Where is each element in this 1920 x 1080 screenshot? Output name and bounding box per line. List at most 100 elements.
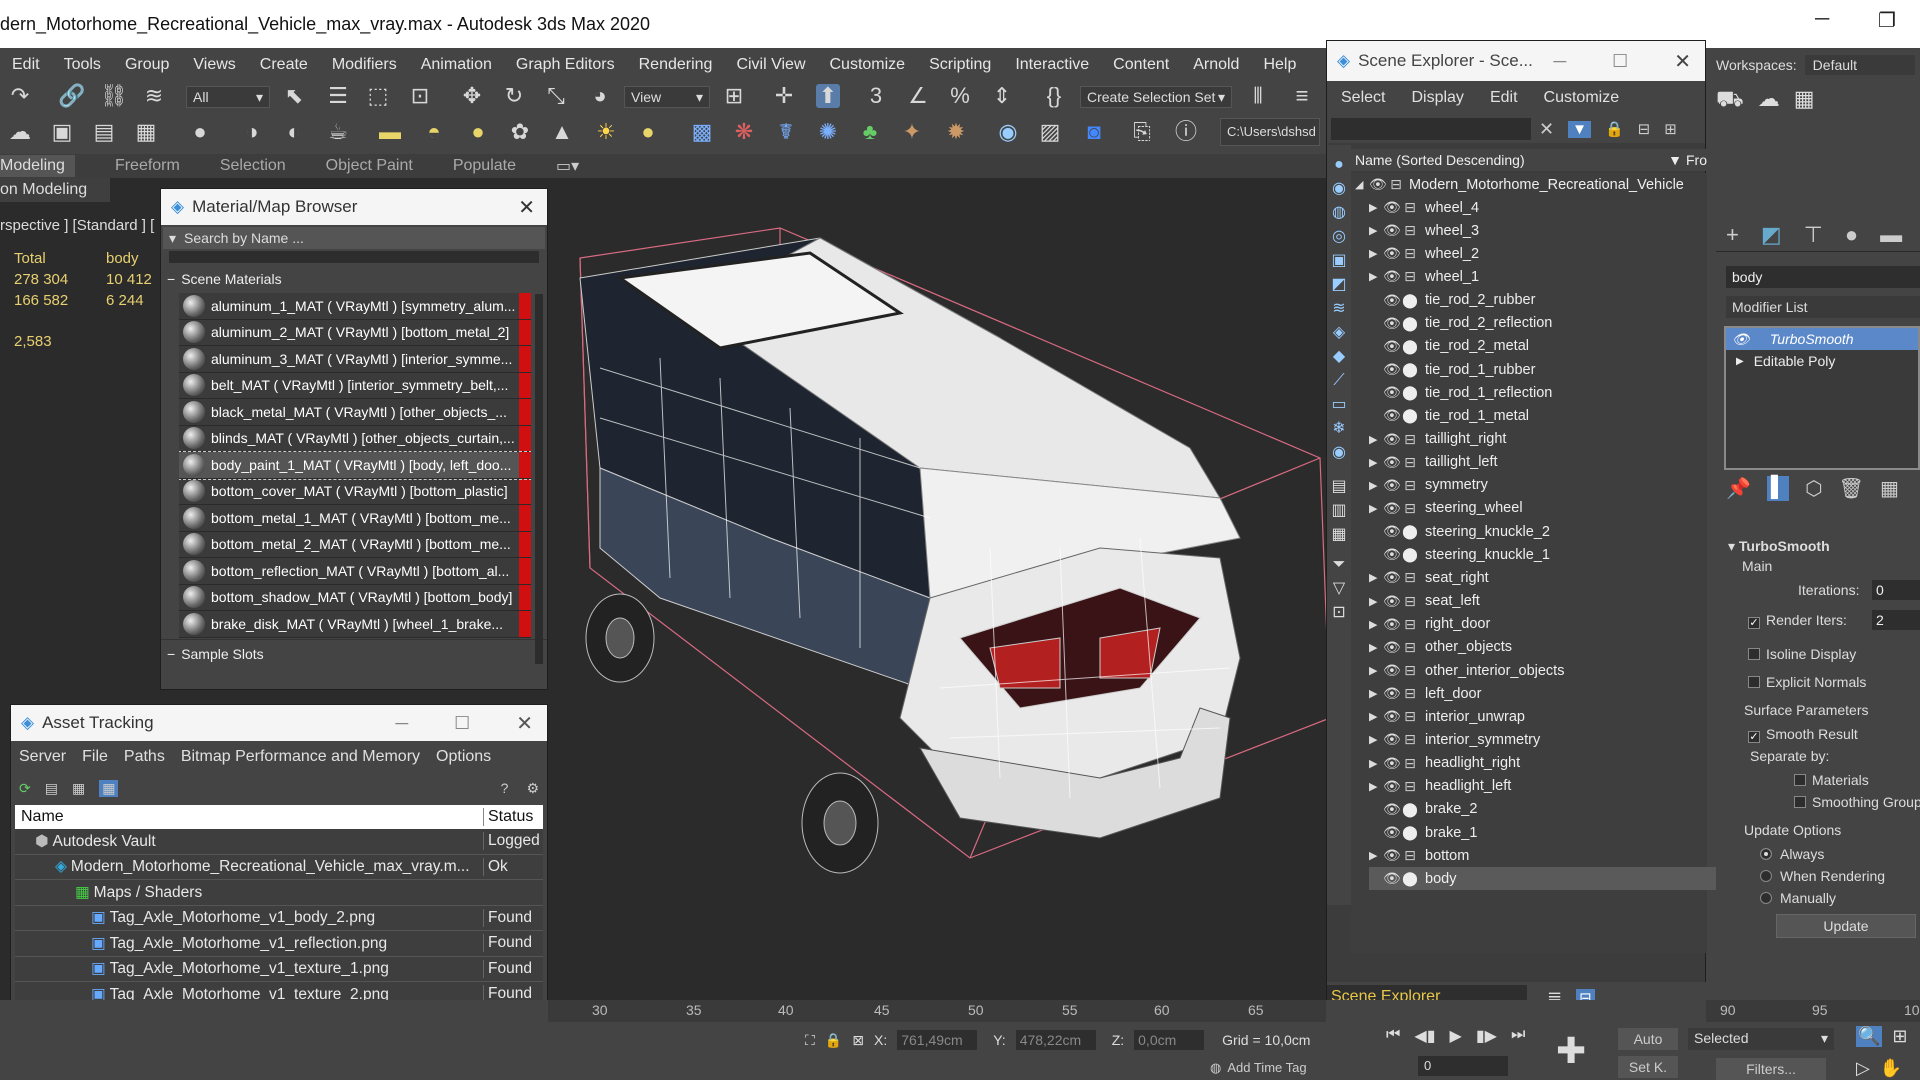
close-icon[interactable]: ✕ <box>518 195 535 220</box>
table-icon[interactable]: ▦ <box>72 780 85 797</box>
scene-tree-item[interactable]: 👁 ⬤ tie_rod_2_rubber <box>1369 289 1742 312</box>
timeline-track[interactable] <box>548 1000 1326 1022</box>
asset-row[interactable]: ▣ Tag_Axle_Motorhome_v1_texture_1.png Foun… <box>15 957 543 982</box>
menu-help[interactable]: Help <box>1251 56 1308 74</box>
visibility-eye-icon[interactable]: 👁 <box>1383 662 1401 679</box>
material-item[interactable]: bottom_shadow_MAT ( VRayMtl ) [bottom_bo… <box>179 584 531 611</box>
camera-icon[interactable]: ◑ <box>240 120 264 144</box>
visibility-eye-icon[interactable]: 👁 <box>1383 338 1401 355</box>
smoothing-groups-checkbox[interactable]: Smoothing Groups <box>1794 794 1920 810</box>
expand-icon[interactable]: ▶ <box>1369 247 1383 260</box>
snaps-icon[interactable]: 3 <box>864 84 888 108</box>
doc3-icon[interactable]: ▦ <box>1329 523 1349 547</box>
scatter-icon[interactable]: ✹ <box>944 120 968 144</box>
funnel-icon[interactable]: ⏷ <box>1329 553 1349 577</box>
pivot-icon[interactable]: ⊞ <box>722 84 746 108</box>
xrefs-icon[interactable]: ◆ <box>1329 345 1349 369</box>
cloth-icon[interactable]: ✦ <box>900 120 924 144</box>
minimize-icon[interactable]: ─ <box>1815 8 1829 31</box>
visibility-eye-icon[interactable]: 👁 <box>1383 431 1401 448</box>
visibility-eye-icon[interactable]: 👁 <box>1383 870 1401 887</box>
redo-icon[interactable]: ↷ <box>8 84 32 108</box>
column-frozen[interactable]: Fro <box>1686 152 1707 168</box>
settings-icon[interactable]: ⚙ <box>526 780 539 797</box>
absolute-mode-icon[interactable]: ⊠ <box>852 1032 864 1049</box>
expand-icon[interactable]: ▶ <box>1369 479 1383 492</box>
viewport-label[interactable]: rspective ] [Standard ] [ <box>0 217 154 234</box>
visibility-eye-icon[interactable]: 👁 <box>1383 801 1401 818</box>
menu-interactive[interactable]: Interactive <box>1003 56 1101 74</box>
auto-key-button[interactable]: Auto <box>1618 1028 1678 1050</box>
fur-icon[interactable]: ☤ <box>774 120 798 144</box>
maximize-icon[interactable]: ☐ <box>1612 51 1628 72</box>
grid-view-icon[interactable]: ▦ <box>99 779 119 797</box>
list-icon[interactable]: ▤ <box>45 780 58 797</box>
expand-icon[interactable]: ▶ <box>1369 595 1383 608</box>
menu-tools[interactable]: Tools <box>52 56 113 74</box>
scene-tree-item[interactable]: 👁 ⬤ brake_1 <box>1369 821 1742 844</box>
goto-end-icon[interactable]: ⏭ <box>1511 1026 1525 1046</box>
scene-tree-item[interactable]: ▶ 👁 ⊟ headlight_left <box>1369 775 1742 798</box>
visibility-eye-icon[interactable]: 👁 <box>1383 778 1401 795</box>
grid-icon[interactable]: ▩ <box>690 120 714 144</box>
containers-icon[interactable]: ▭ <box>1329 393 1349 417</box>
asset-row[interactable]: ◈ Modern_Motorhome_Recreational_Vehicle_m… <box>15 855 543 880</box>
material-item[interactable]: bottom_metal_2_MAT ( VRayMtl ) [bottom_m… <box>179 531 531 558</box>
expand-icon[interactable]: ▶ <box>1369 224 1383 237</box>
play-icon[interactable]: ▶ <box>1450 1026 1462 1046</box>
visibility-eye-icon[interactable]: 👁 <box>1383 731 1401 748</box>
layers-icon[interactable]: ⊞ <box>1664 120 1677 138</box>
visibility-eye-icon[interactable]: 👁 <box>1383 407 1401 424</box>
smooth-result-checkbox[interactable]: ✓ Smooth Result <box>1748 726 1858 743</box>
rendered-frame-icon[interactable]: ▤ <box>92 120 116 144</box>
visibility-eye-icon[interactable]: 👁 <box>1383 685 1401 702</box>
ball-icon[interactable]: ● <box>466 120 490 144</box>
z-coordinate[interactable]: 0,0cm <box>1134 1030 1205 1050</box>
scene-tree-item[interactable]: 👁 ⬤ tie_rod_1_reflection <box>1369 381 1742 404</box>
visibility-eye-icon[interactable]: 👁 <box>1383 268 1401 285</box>
scale-icon[interactable]: ⤡ <box>544 84 568 108</box>
scene-tree-item[interactable]: ▶ 👁 ⊟ other_objects <box>1369 636 1742 659</box>
particles-icon[interactable]: ❋ <box>732 120 756 144</box>
help-icon[interactable]: ⓘ <box>1174 120 1198 144</box>
selection-filter-dropdown[interactable]: All ▾ <box>186 86 270 108</box>
scene-tree-item[interactable]: ▶ 👁 ⊟ steering_wheel <box>1369 497 1742 520</box>
tab-object-paint[interactable]: Object Paint <box>326 157 453 175</box>
asset-menu-options[interactable]: Options <box>428 748 499 766</box>
play-mode-icon[interactable]: ▷ <box>1856 1058 1870 1079</box>
asset-menu-server[interactable]: Server <box>11 748 74 766</box>
visibility-eye-icon[interactable]: 👁 <box>1383 847 1401 864</box>
key-mode-icon[interactable]: ✚ <box>1556 1030 1586 1072</box>
menu-group[interactable]: Group <box>113 56 181 74</box>
asset-row[interactable]: ▣ Tag_Axle_Motorhome_v1_reflection.png Fou… <box>15 931 543 957</box>
scene-tree-item[interactable]: 👁 ⬤ tie_rod_1_rubber <box>1369 358 1742 381</box>
visibility-eye-icon[interactable]: 👁 <box>1383 245 1401 262</box>
cone-icon[interactable]: ▲ <box>550 120 574 144</box>
scene-tree-item[interactable]: 👁 ⬤ tie_rod_1_metal <box>1369 404 1742 427</box>
visibility-eye-icon[interactable]: 👁 <box>1383 639 1401 656</box>
tab-selection[interactable]: Selection <box>220 157 326 175</box>
isolate-icon[interactable]: ⛶ <box>805 1032 815 1049</box>
expand-icon[interactable]: ▶ <box>1369 733 1383 746</box>
doc2-icon[interactable]: ▥ <box>1329 499 1349 523</box>
scene-tree-item[interactable]: 👁 ⬤ tie_rod_2_metal <box>1369 335 1742 358</box>
hierarchy-icon[interactable]: ⊟ <box>1638 120 1651 138</box>
menu-content[interactable]: Content <box>1101 56 1181 74</box>
asset-menu-bitmap-performance-and-memory[interactable]: Bitmap Performance and Memory <box>173 748 428 766</box>
visibility-eye-icon[interactable]: 👁 <box>1383 477 1401 494</box>
lock-icon[interactable]: 🔒 <box>1605 120 1624 138</box>
workspace-dropdown[interactable]: Default <box>1804 55 1915 75</box>
object-name-field[interactable]: body <box>1726 266 1920 288</box>
groups-icon[interactable]: ◈ <box>1329 321 1349 345</box>
goto-start-icon[interactable]: ⏮ <box>1386 1026 1400 1046</box>
place-icon[interactable]: ◕ <box>588 84 612 108</box>
expand-icon[interactable]: ▶ <box>1369 780 1383 793</box>
expand-icon[interactable]: ▶ <box>1369 433 1383 446</box>
material-item[interactable]: bottom_metal_1_MAT ( VRayMtl ) [bottom_m… <box>179 505 531 532</box>
render-icon[interactable]: ▦ <box>134 120 158 144</box>
asset-menu-paths[interactable]: Paths <box>116 748 173 766</box>
scene-menu-display[interactable]: Display <box>1411 89 1463 107</box>
scene-menu-select[interactable]: Select <box>1341 89 1385 107</box>
material-editor-icon[interactable]: ▨ <box>1038 120 1062 144</box>
visibility-eye-icon[interactable]: 👁 <box>1383 384 1401 401</box>
